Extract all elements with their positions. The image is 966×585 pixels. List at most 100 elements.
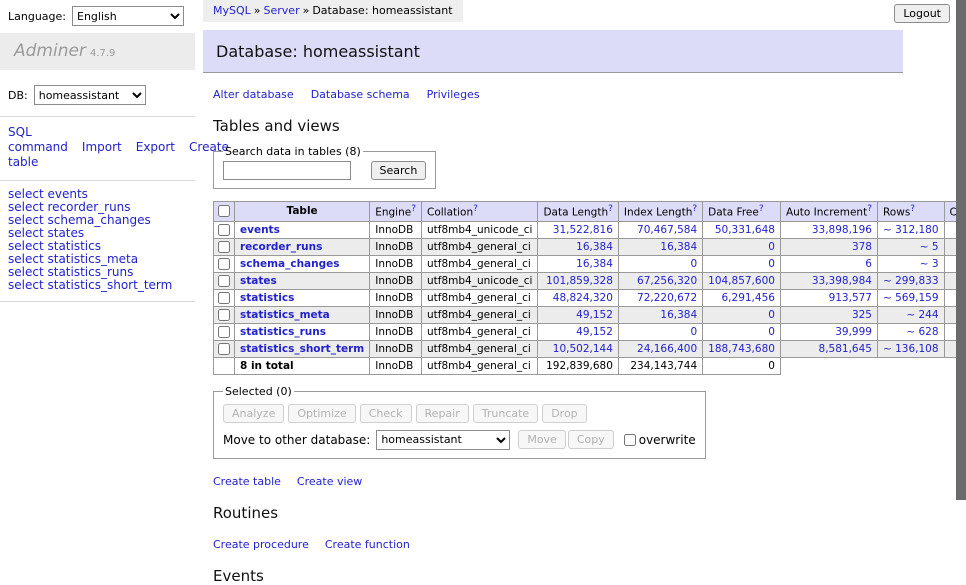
table-link-statistics-meta[interactable]: statistics_meta (47, 252, 138, 266)
sidebar-link-sql-command[interactable]: SQL command (8, 125, 68, 154)
table-link-statistics-runs[interactable]: statistics_runs (47, 265, 133, 279)
row-checkbox[interactable] (218, 292, 230, 304)
table-row: statisticsInnoDButf8mb4_general_ci48,824… (214, 289, 966, 306)
table-row: eventsInnoDButf8mb4_unicode_ci31,522,816… (214, 221, 966, 238)
breadcrumb-separator: » (303, 4, 310, 17)
row-checkbox-cell (214, 255, 235, 272)
table-link-schema-changes[interactable]: schema_changes (47, 213, 150, 227)
sidebar-link-export[interactable]: Export (136, 140, 175, 154)
breadcrumb-server-link[interactable]: Server (264, 4, 300, 17)
select-link-statistics-meta[interactable]: select (8, 252, 44, 266)
row-checkbox-cell (214, 306, 235, 323)
table-name-link-statistics-runs[interactable]: statistics_runs (240, 326, 326, 338)
table-name-link-statistics-meta[interactable]: statistics_meta (240, 309, 330, 321)
truncate-button[interactable]: Truncate (473, 404, 538, 423)
link-privileges[interactable]: Privileges (427, 88, 480, 101)
row-checkbox-cell (214, 272, 235, 289)
logout-button[interactable]: Logout (894, 4, 950, 23)
table-link-events[interactable]: events (47, 187, 87, 201)
row-checkbox[interactable] (218, 224, 230, 236)
table-name-link-statistics-short-term[interactable]: statistics_short_term (240, 343, 364, 355)
analyze-button[interactable]: Analyze (223, 404, 284, 423)
link-create-procedure[interactable]: Create procedure (213, 538, 309, 551)
cell-data-length: 48,824,320 (538, 289, 618, 306)
copy-button[interactable]: Copy (568, 430, 614, 449)
cell-collation: utf8mb4_unicode_ci (422, 221, 538, 238)
cell-rows: ~ 569,159 (877, 289, 944, 306)
total-blank-cell (780, 357, 877, 374)
check-button[interactable]: Check (360, 404, 412, 423)
table-link-states[interactable]: states (47, 226, 84, 240)
total-blank-cell (877, 357, 944, 374)
search-input[interactable] (223, 161, 351, 180)
cell-engine: InnoDB (370, 238, 422, 255)
cell-data-free: 0 (703, 323, 781, 340)
cell-engine: InnoDB (370, 306, 422, 323)
db-selector-row: DB: homeassistant (0, 70, 195, 116)
row-checkbox[interactable] (218, 326, 230, 338)
table-name-link-events[interactable]: events (240, 224, 280, 236)
table-name-link-states[interactable]: states (240, 275, 277, 287)
help-link[interactable]: ? (692, 204, 697, 214)
link-create-table[interactable]: Create table (213, 475, 281, 488)
select-link-recorder-runs[interactable]: select (8, 200, 44, 214)
language-select[interactable]: English (72, 6, 184, 26)
help-link[interactable]: ? (867, 204, 872, 214)
move-label: Move to other database: (223, 433, 370, 447)
overwrite-wrap: overwrite (624, 433, 696, 447)
help-link[interactable]: ? (910, 204, 915, 214)
link-alter-database[interactable]: Alter database (213, 88, 294, 101)
help-link[interactable]: ? (411, 204, 416, 214)
sidebar-link-import[interactable]: Import (82, 140, 122, 154)
cell-engine: InnoDB (370, 340, 422, 357)
cell-collation: utf8mb4_general_ci (422, 255, 538, 272)
cell-collation: utf8mb4_general_ci (422, 238, 538, 255)
link-create-function[interactable]: Create function (325, 538, 410, 551)
row-checkbox[interactable] (218, 241, 230, 253)
overwrite-checkbox[interactable] (624, 434, 636, 446)
table-link-statistics[interactable]: statistics (47, 239, 101, 253)
select-link-events[interactable]: select (8, 187, 44, 201)
column-label: Engine (375, 207, 411, 219)
help-link[interactable]: ? (473, 204, 478, 214)
scrollbar-thumb[interactable] (956, 0, 966, 500)
breadcrumb-mysql-link[interactable]: MySQL (213, 4, 251, 17)
column-label: Data Free (708, 207, 759, 219)
column-header-index-length: Index Length? (618, 202, 702, 222)
help-link[interactable]: ? (759, 204, 764, 214)
table-row: statesInnoDButf8mb4_unicode_ci101,859,32… (214, 272, 966, 289)
select-link-statistics-short-term[interactable]: select (8, 278, 44, 292)
row-checkbox[interactable] (218, 275, 230, 287)
cell-rows: ~ 312,180 (877, 221, 944, 238)
row-checkbox[interactable] (218, 309, 230, 321)
repair-button[interactable]: Repair (416, 404, 469, 423)
column-label: Collation (427, 207, 473, 219)
cell-rows: ~ 5 (877, 238, 944, 255)
table-link-recorder-runs[interactable]: recorder_runs (47, 200, 130, 214)
select-all-checkbox[interactable] (218, 205, 230, 217)
cell-engine: InnoDB (370, 221, 422, 238)
link-database-schema[interactable]: Database schema (311, 88, 410, 101)
selected-buttons-row: AnalyzeOptimize CheckRepairTruncateDrop (223, 404, 696, 423)
search-fieldset: Search data in tables (8) Search (213, 145, 436, 189)
cell-index-length: 16,384 (618, 238, 702, 255)
row-checkbox[interactable] (218, 258, 230, 270)
table-name-link-statistics[interactable]: statistics (240, 292, 294, 304)
search-button[interactable]: Search (371, 161, 427, 180)
table-link-statistics-short-term[interactable]: statistics_short_term (47, 278, 172, 292)
link-create-view[interactable]: Create view (297, 475, 362, 488)
select-link-statistics[interactable]: select (8, 239, 44, 253)
table-name-link-schema-changes[interactable]: schema_changes (240, 258, 340, 270)
cell-collation: utf8mb4_unicode_ci (422, 272, 538, 289)
select-link-schema-changes[interactable]: select (8, 213, 44, 227)
drop-button[interactable]: Drop (542, 404, 586, 423)
optimize-button[interactable]: Optimize (288, 404, 355, 423)
select-link-statistics-runs[interactable]: select (8, 265, 44, 279)
help-link[interactable]: ? (608, 204, 613, 214)
select-link-states[interactable]: select (8, 226, 44, 240)
table-name-link-recorder-runs[interactable]: recorder_runs (240, 241, 322, 253)
row-checkbox[interactable] (218, 343, 230, 355)
move-db-select[interactable]: homeassistant (376, 430, 510, 450)
db-select[interactable]: homeassistant (34, 85, 146, 105)
move-button[interactable]: Move (518, 430, 566, 449)
